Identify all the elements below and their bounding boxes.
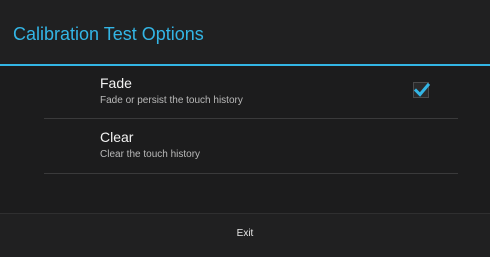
exit-button-label: Exit xyxy=(236,228,254,239)
option-divider xyxy=(44,173,458,174)
option-clear[interactable]: Clear Clear the touch history xyxy=(44,120,458,172)
option-fade-label: Fade xyxy=(100,75,132,91)
option-clear-description: Clear the touch history xyxy=(100,149,201,160)
dialog-title-bar: Calibration Test Options xyxy=(0,0,490,64)
option-fade[interactable]: Fade Fade or persist the touch history xyxy=(44,66,458,118)
option-divider xyxy=(44,118,458,119)
option-fade-description: Fade or persist the touch history xyxy=(100,95,243,106)
option-clear-label: Clear xyxy=(100,129,134,145)
calibration-options-dialog: Calibration Test Options Fade Fade or pe… xyxy=(0,0,490,257)
dialog-title: Calibration Test Options xyxy=(13,24,204,44)
fade-checkbox[interactable] xyxy=(413,82,431,98)
checkmark-icon xyxy=(413,82,431,97)
exit-button[interactable]: Exit xyxy=(0,214,490,257)
